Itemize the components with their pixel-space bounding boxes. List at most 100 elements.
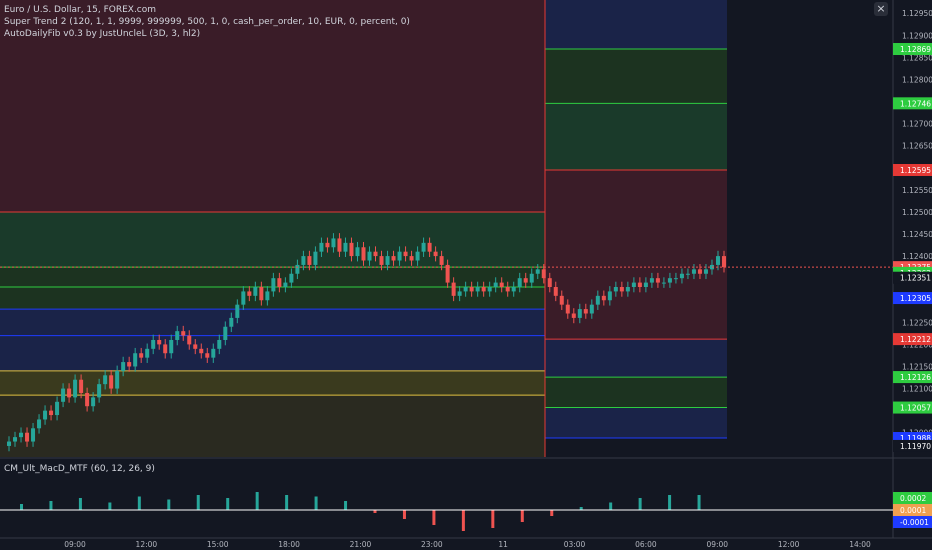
candle-body: [391, 256, 396, 261]
candle-body: [373, 251, 378, 257]
candle-body: [475, 287, 480, 292]
fib-zone-day2: [545, 0, 727, 50]
candle-body: [505, 287, 510, 292]
candle-body: [619, 287, 624, 292]
candle-body: [601, 295, 606, 301]
time-tick-label: 09:00: [706, 540, 728, 549]
candle-body: [679, 273, 684, 279]
candle-body: [229, 317, 234, 327]
candle-body: [331, 238, 336, 248]
candle-body: [103, 375, 108, 385]
macd-histogram-bar: [432, 510, 436, 525]
candle-body: [265, 291, 270, 301]
time-tick-label: 11: [498, 540, 508, 549]
candle-body: [697, 269, 702, 274]
time-tick-label: 12:00: [136, 540, 158, 549]
price-label-text: 1.11970: [900, 442, 931, 451]
supertrend-legend: Super Trend 2 (120, 1, 1, 9999, 999999, …: [4, 17, 410, 27]
price-tick-label: 1.12800: [902, 75, 932, 84]
fib-zone-day2: [545, 339, 727, 378]
macd-histogram-bar: [137, 496, 141, 510]
candle-body: [643, 282, 648, 288]
candle-body: [295, 264, 300, 274]
candle-body: [385, 256, 390, 265]
candle-body: [301, 256, 306, 265]
candle-body: [397, 251, 402, 261]
fib-zone-day1: [0, 395, 545, 457]
fib-zone-day1: [0, 309, 545, 371]
candle-body: [259, 287, 264, 301]
candle-body: [607, 291, 612, 301]
candle-body: [667, 278, 672, 283]
macd-histogram-bar: [491, 510, 495, 528]
price-tick-label: 1.12500: [902, 208, 932, 217]
macd-label-text: 0.0001: [900, 506, 926, 515]
candle-body: [493, 282, 498, 288]
macd-histogram-bar: [638, 498, 642, 510]
candle-body: [631, 282, 636, 288]
candle-body: [271, 278, 276, 292]
price-tick-label: 1.12950: [902, 9, 932, 18]
candle-body: [541, 269, 546, 279]
price-label-text: 1.12746: [900, 99, 931, 108]
candle-body: [19, 432, 24, 438]
price-label-text: 1.12595: [900, 166, 931, 175]
candle-body: [313, 251, 318, 265]
candle-body: [673, 278, 678, 280]
candle-body: [421, 242, 426, 252]
price-label-text: 1.12057: [900, 404, 931, 413]
candle-body: [571, 313, 576, 318]
candle-body: [685, 273, 690, 275]
macd-histogram-bar: [226, 498, 230, 510]
candle-body: [559, 295, 564, 305]
candle-body: [85, 392, 90, 407]
candle-body: [73, 379, 78, 398]
fib-zone-day2: [545, 377, 727, 408]
fib-zone-day2: [545, 103, 727, 170]
candle-body: [625, 287, 630, 292]
candle-body: [109, 375, 114, 389]
time-tick-label: 18:00: [278, 540, 300, 549]
candle-body: [595, 295, 600, 305]
macd-histogram-bar: [108, 502, 112, 510]
candle-body: [211, 348, 216, 358]
candle-body: [205, 353, 210, 358]
macd-histogram-bar: [78, 498, 82, 510]
candle-body: [7, 441, 12, 446]
candle-body: [31, 428, 36, 442]
candle-body: [433, 251, 438, 257]
candle-body: [427, 242, 432, 252]
candle-body: [613, 287, 618, 292]
candle-body: [481, 287, 486, 292]
price-tick-label: 1.12650: [902, 142, 932, 151]
macd-histogram-bar: [314, 496, 318, 510]
macd-histogram-bar: [402, 510, 406, 519]
candle-body: [61, 388, 66, 402]
macd-histogram-bar: [196, 495, 200, 510]
candle-body: [169, 339, 174, 354]
candle-body: [235, 304, 240, 318]
macd-legend: CM_Ult_MacD_MTF (60, 12, 26, 9): [4, 464, 155, 474]
price-label-text: 1.12869: [900, 45, 931, 54]
candle-body: [517, 278, 522, 288]
time-tick-label: 06:00: [635, 540, 657, 549]
time-tick-label: 03:00: [564, 540, 586, 549]
close-icon[interactable]: ×: [874, 2, 888, 16]
candle-body: [43, 410, 48, 420]
time-tick-label: 09:00: [64, 540, 86, 549]
price-tick-label: 1.12550: [902, 186, 932, 195]
candle-body: [721, 256, 726, 268]
macd-histogram-bar: [609, 502, 613, 510]
candle-body: [355, 247, 360, 257]
time-tick-label: 12:00: [778, 540, 800, 549]
candle-body: [157, 339, 162, 345]
macd-histogram-bar: [344, 501, 348, 510]
candle-body: [403, 251, 408, 257]
candle-body: [121, 362, 126, 371]
candle-body: [133, 353, 138, 367]
candle-body: [187, 335, 192, 345]
macd-label-text: -0.0001: [900, 518, 929, 527]
candle-body: [223, 326, 228, 340]
candle-body: [379, 256, 384, 265]
candle-body: [217, 339, 222, 349]
